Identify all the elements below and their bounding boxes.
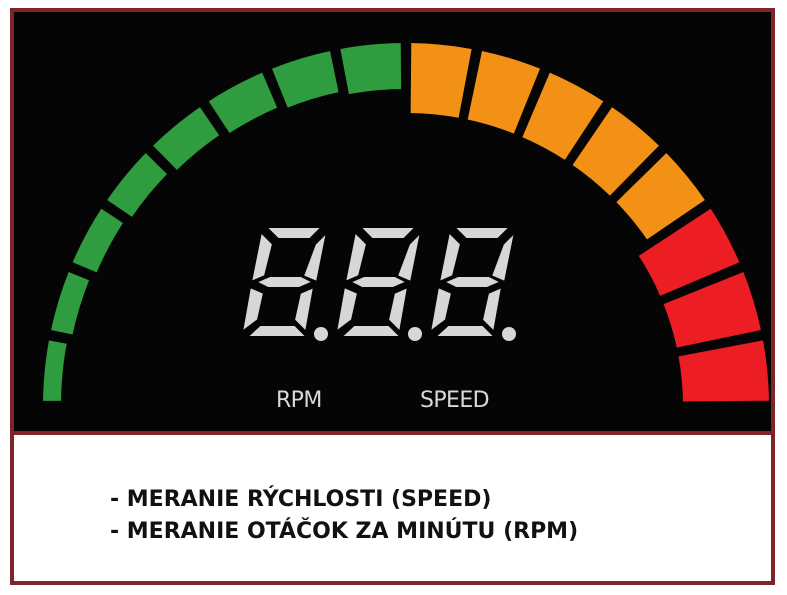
seven-segment-digits (236, 220, 536, 346)
seven-segment-lower-right (292, 285, 316, 335)
gauge-bottom-mask (14, 406, 771, 431)
seven-segment-bottom (432, 324, 498, 338)
rpm-label: RPM (276, 388, 322, 413)
seven-segment-lower-right (480, 285, 504, 335)
decimal-point (408, 327, 422, 341)
panel-divider (14, 431, 771, 435)
seven-segment-lower-right (386, 285, 410, 335)
gauge-segment (38, 335, 72, 405)
seven-segment-top (357, 226, 419, 240)
speed-label: SPEED (420, 388, 490, 413)
seven-segment-middle (347, 275, 410, 289)
gauge-segment (46, 266, 95, 340)
gauge-segment (335, 38, 406, 99)
gauge-segment (406, 38, 477, 123)
decimal-point (314, 327, 328, 341)
decimal-point (502, 327, 516, 341)
gauge-segment (147, 101, 225, 176)
caption-speed-line: - MERANIE RÝCHLOSTI (SPEED) (110, 487, 492, 512)
gauge-segment (266, 46, 344, 113)
seven-segment-middle (441, 275, 504, 289)
gauge-segment (67, 203, 129, 278)
seven-segment-upper-left (249, 229, 275, 284)
seven-segment-top (451, 226, 513, 240)
seven-segment-bottom (244, 324, 310, 338)
measurement-caption: - MERANIE RÝCHLOSTI (SPEED) - MERANIE OT… (110, 484, 730, 548)
caption-rpm-line: - MERANIE OTÁČOK ZA MINÚTU (RPM) (110, 519, 579, 544)
speedometer-display-panel: RPM SPEED (14, 12, 771, 431)
gauge-illustration-frame: RPM SPEED - MERANIE RÝCHLOSTI (SPEED) - … (10, 8, 775, 585)
seven-segment-bottom (338, 324, 404, 338)
seven-segment-upper-left (343, 229, 369, 284)
seven-segment-top (263, 226, 325, 240)
seven-segment-upper-left (437, 229, 463, 284)
seven-segment-middle (253, 275, 316, 289)
gauge-segment (101, 147, 173, 223)
